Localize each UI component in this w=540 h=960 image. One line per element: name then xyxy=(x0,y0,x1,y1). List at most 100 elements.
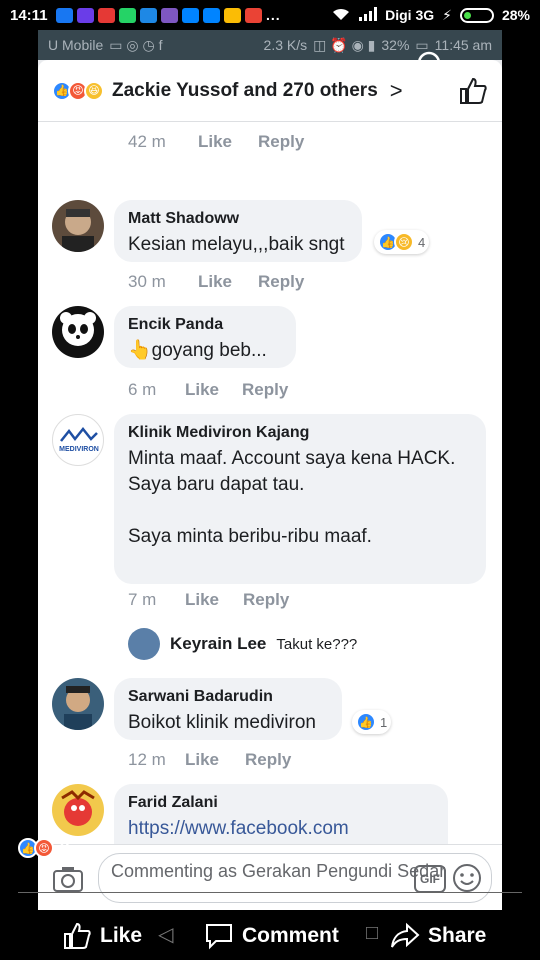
search-icon[interactable] xyxy=(416,50,448,82)
like-link[interactable]: Like xyxy=(185,590,243,610)
share-button[interactable]: Share xyxy=(390,918,486,954)
messenger-icon-3 xyxy=(203,7,220,23)
like-link[interactable]: Like xyxy=(185,750,245,770)
comment-time: 7 m xyxy=(128,590,157,609)
reply-link[interactable]: Reply xyxy=(258,272,304,292)
comments-sheet: 👍 😡 😆 Zackie Yussof and 270 others > 42 … xyxy=(38,60,502,910)
more-notifications: ... xyxy=(266,7,281,23)
inner-speed: 2.3 K/s xyxy=(263,37,308,53)
comment-reactions[interactable]: 👍 😢 4 xyxy=(374,230,430,254)
comment-reactions[interactable]: 👍 1 xyxy=(352,710,392,734)
emoji-icon[interactable] xyxy=(452,863,482,893)
comment-time: 30 m xyxy=(128,272,166,291)
angry-reaction-icon: 😡 xyxy=(34,838,54,858)
notification-icons xyxy=(56,7,262,23)
facebook-icon xyxy=(56,7,73,23)
chrome-icon xyxy=(224,7,241,23)
recents-nav-icon[interactable]: □ xyxy=(366,922,378,945)
comment-bubble[interactable]: Matt Shadoww Kesian melayu,,,baik sngt xyxy=(114,200,362,262)
inner-screenshot: U Mobile ▭ ◎ ◷ f 2.3 K/s ◫ ⏰ ◉ ▮ 32% ▭ 1… xyxy=(38,30,502,910)
post-reactions-summary[interactable]: 👍 😡 2 xyxy=(18,838,69,858)
user-avatar[interactable] xyxy=(52,200,104,252)
comment-button[interactable]: Comment xyxy=(204,918,339,954)
user-avatar[interactable] xyxy=(52,678,104,730)
inner-sys-icons: ◫ ⏰ ◉ ▮ xyxy=(313,36,376,53)
like-post-icon[interactable] xyxy=(458,76,488,106)
post-action-bar: Like ◁ Comment □ Share xyxy=(0,910,540,960)
telegram-icon xyxy=(140,7,157,23)
panda-avatar[interactable] xyxy=(52,306,104,358)
like-label: Like xyxy=(100,924,143,947)
comment-time: 12 m xyxy=(128,750,166,769)
chrome-icon-2 xyxy=(245,7,262,23)
comment-icon xyxy=(206,924,232,950)
messenger-icon-2 xyxy=(182,7,199,23)
reaction-count: 1 xyxy=(380,714,388,730)
like-button[interactable]: Like xyxy=(62,918,142,954)
gif-button[interactable]: GIF xyxy=(414,865,446,893)
youtube-icon xyxy=(98,7,115,23)
reply-preview[interactable]: Keyrain Lee Takut ke??? xyxy=(128,628,357,660)
like-link[interactable]: Like xyxy=(198,132,258,152)
comment-meta: 42 m Like Reply xyxy=(128,132,304,152)
comment-time: 6 m xyxy=(128,380,157,399)
comment-author[interactable]: Klinik Mediviron Kajang xyxy=(128,424,472,442)
comment-text: Kesian melayu,,,baik sngt xyxy=(128,234,345,255)
whatsapp-icon xyxy=(119,7,136,23)
like-link[interactable]: Like xyxy=(185,380,242,400)
sad-reaction-icon: 😢 xyxy=(394,232,414,252)
reply-link[interactable]: Reply xyxy=(243,590,289,610)
battery-percent: 28% xyxy=(501,7,530,23)
reply-link[interactable]: Reply xyxy=(258,132,304,152)
status-time: 14:11 xyxy=(10,6,48,24)
haha-reaction-icon: 😆 xyxy=(84,80,104,101)
comment-bubble[interactable]: Encik Panda 👆goyang beb... xyxy=(114,306,296,368)
comment-author[interactable]: Sarwani Badarudin xyxy=(128,688,328,706)
inner-carrier: U Mobile xyxy=(48,37,104,53)
comment-time: 42 m xyxy=(128,132,166,151)
reaction-count: 4 xyxy=(418,234,426,250)
comment-text: 👆goyang beb... xyxy=(128,340,267,361)
comment-text: Minta maaf. Account saya kena HACK. Saya… xyxy=(128,448,456,547)
outer-status-bar: 14:11 ... Digi 3G ⚡ 28% xyxy=(0,0,540,30)
inner-battery: 32% xyxy=(381,37,410,53)
reply-text: Takut ke??? xyxy=(276,635,358,653)
charging-icon: ⚡ xyxy=(442,6,452,23)
reply-link[interactable]: Reply xyxy=(245,750,291,770)
comment-author[interactable]: Farid Zalani xyxy=(128,794,434,812)
reactors-names[interactable]: Zackie Yussof and 270 others xyxy=(112,80,378,102)
like-icon xyxy=(64,922,91,949)
carrier-name: Digi 3G xyxy=(385,7,435,23)
reply-avatar[interactable] xyxy=(128,628,160,660)
comment-text: Boikot klinik mediviron xyxy=(128,712,316,733)
comment-label: Comment xyxy=(242,924,339,947)
chevron-right-icon[interactable]: > xyxy=(390,78,403,104)
mediviron-logo-text: MEDIVIRON xyxy=(59,446,99,453)
viber-icon xyxy=(161,7,178,23)
messenger-icon xyxy=(77,7,94,23)
share-label: Share xyxy=(428,924,487,947)
comment-bubble[interactable]: Sarwani Badarudin Boikot klinik mediviro… xyxy=(114,678,342,740)
like-link[interactable]: Like xyxy=(198,272,258,292)
comment-author[interactable]: Matt Shadoww xyxy=(128,210,348,228)
mediviron-logo[interactable]: MEDIVIRON xyxy=(52,414,104,466)
reactions-count: 2 xyxy=(60,838,70,857)
comment-bubble[interactable]: Klinik Mediviron Kajang Minta maaf. Acco… xyxy=(114,414,486,584)
battery-icon xyxy=(459,7,494,23)
comment-meta: 12 m Like Reply xyxy=(128,750,291,770)
reply-link[interactable]: Reply xyxy=(242,380,288,400)
comment-composer: Commenting as Gerakan Pengundi Sedar GIF xyxy=(38,844,502,910)
battery-fill xyxy=(463,11,472,19)
share-icon xyxy=(391,922,420,948)
cartoon-avatar[interactable] xyxy=(52,784,104,836)
comment-meta: 6 m Like Reply xyxy=(128,380,288,400)
comment-meta: 30 m Like Reply xyxy=(128,272,304,292)
camera-icon[interactable] xyxy=(52,865,84,893)
back-nav-icon[interactable]: ◁ xyxy=(158,922,173,947)
comment-meta: 7 m Like Reply xyxy=(128,590,289,610)
divider xyxy=(18,892,522,893)
reply-author[interactable]: Keyrain Lee xyxy=(170,634,266,654)
comment-author[interactable]: Encik Panda xyxy=(128,316,282,334)
like-reaction-icon: 👍 xyxy=(356,712,376,732)
inner-notif-icons: ▭ ◎ ◷ f xyxy=(109,36,163,53)
